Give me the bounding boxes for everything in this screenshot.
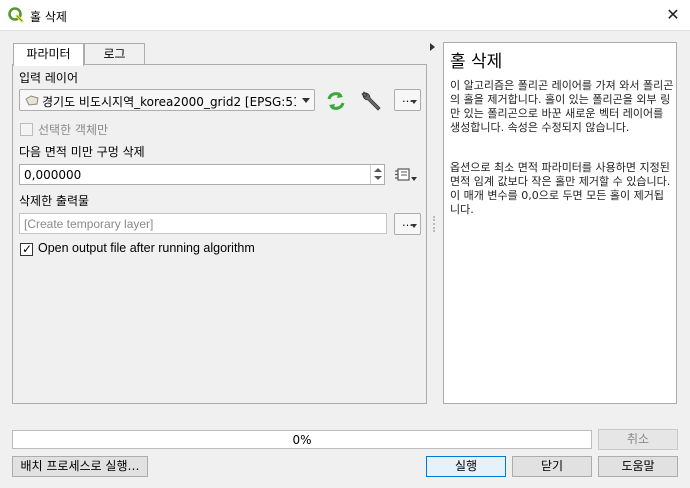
parameters-panel: 입력 레이어 경기도 비도시지역_korea2000_grid2 [EPSG:5… [12,64,427,404]
tab-parameters[interactable]: 파라미터 [13,43,84,66]
min-area-value: 0,000000 [24,168,82,182]
spin-up-icon[interactable] [374,168,382,172]
polygon-layer-icon [25,95,39,106]
input-layer-options-button[interactable]: … [394,89,421,111]
close-window-button[interactable]: ✕ [664,6,682,24]
input-layer-combo[interactable]: 경기도 비도시지역_korea2000_grid2 [EPSG:51 [19,89,315,111]
checkmark-icon: ✓ [22,242,33,256]
run-button[interactable]: 실행 [426,456,506,477]
help-button[interactable]: 도움말 [598,456,678,477]
min-area-spinbox[interactable]: 0,000000 [19,164,385,185]
chevron-down-icon [411,100,417,104]
input-layer-value: 경기도 비도시지역_korea2000_grid2 [EPSG:51 [42,95,296,109]
window-title: 홀 삭제 [30,10,67,24]
help-panel: 홀 삭제 이 알고리즘은 폴리곤 레이어를 가져 와서 폴리곤의 홀을 제거합니… [443,42,677,404]
output-label: 삭제한 출력물 [19,194,90,208]
close-button[interactable]: 닫기 [512,456,592,477]
batch-process-button[interactable]: 배치 프로세스로 실행… [12,456,148,477]
open-output-label: Open output file after running algorithm [38,241,255,255]
spin-down-icon[interactable] [374,176,382,180]
input-layer-label: 입력 레이어 [19,71,79,85]
help-paragraph-1: 이 알고리즘은 폴리곤 레이어를 가져 와서 폴리곤의 홀을 제거합니다. 홀이… [450,79,674,134]
chevron-down-icon [411,224,417,228]
wrench-icon[interactable] [359,89,383,113]
spin-buttons[interactable] [370,165,384,184]
cancel-button[interactable]: 취소 [598,429,678,450]
selected-only-label: 선택한 객체만 [38,123,109,137]
title-bar: 홀 삭제 ✕ [0,0,690,31]
output-placeholder: [Create temporary layer] [24,217,154,231]
collapse-help-icon[interactable] [430,43,435,51]
output-options-button[interactable]: … [394,213,421,235]
tab-log[interactable]: 로그 [84,43,145,65]
chevron-down-icon [302,98,310,103]
help-paragraph-2: 옵션으로 최소 면적 파라미터를 사용하면 지정된 면적 임계 값보다 작은 홀… [450,161,671,216]
output-destination-field[interactable]: [Create temporary layer] [19,213,387,234]
refresh-icon[interactable] [325,90,347,112]
data-defined-override-icon[interactable] [394,165,418,185]
qgis-logo-icon [8,7,24,23]
help-title: 홀 삭제 [450,52,503,72]
progress-text: 0% [292,433,312,447]
progress-bar: 0% [12,430,592,449]
splitter-handle[interactable] [433,216,435,232]
open-output-checkbox[interactable]: ✓ [20,242,33,256]
selected-only-checkbox[interactable] [20,123,33,136]
min-area-label: 다음 면적 미만 구멍 삭제 [19,145,145,159]
